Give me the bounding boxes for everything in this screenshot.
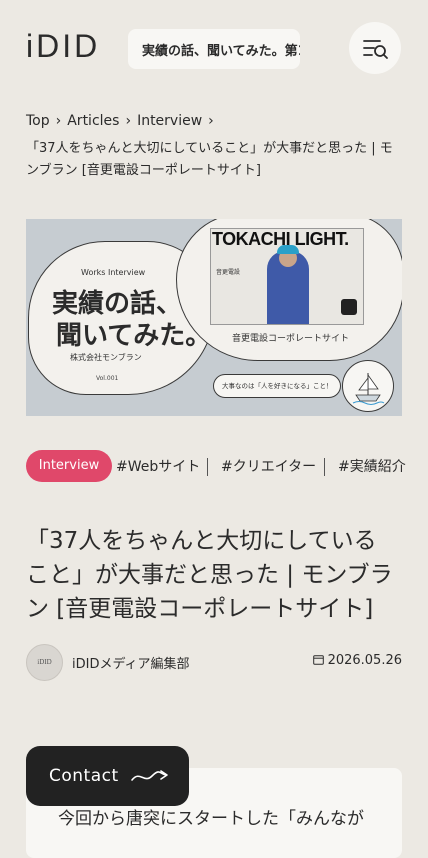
hero-company: 株式会社モンブラン: [70, 353, 142, 362]
site-logo[interactable]: iDID: [26, 28, 100, 65]
tag-divider: [207, 458, 208, 476]
breadcrumb-current: 「37人をちゃんと大切にしていること」が大事だと思った | モンブラン [音更電…: [26, 141, 393, 178]
ship-icon: [352, 373, 385, 405]
breadcrumb-interview[interactable]: Interview: [137, 113, 202, 129]
hashtag-works[interactable]: #実績紹介: [338, 456, 406, 476]
tag-row: Interview #Webサイト #クリエイター #実績紹介: [26, 450, 406, 482]
menu-button[interactable]: [349, 22, 401, 74]
article-intro: 今回から唐突にスタートした「みんなが: [58, 809, 364, 829]
hero-mascot: [342, 360, 394, 412]
ticker-text: 実績の話、聞いてみた。第1弾!: [142, 44, 300, 59]
publish-date: 2026.05.26: [312, 653, 402, 668]
hero-image: Works Interview 実績の話、 聞いてみた。 株式会社モンブラン V…: [26, 219, 402, 416]
breadcrumb-top[interactable]: Top: [26, 113, 50, 129]
article-title: 「37人をちゃんと大切にしていること」が大事だと思った | モンブラン [音更電…: [26, 528, 393, 622]
publish-date-text: 2026.05.26: [327, 653, 402, 668]
hero-works-label: Works Interview: [81, 268, 146, 277]
contact-label: Contact: [49, 766, 119, 786]
site-header: iDID 実績の話、聞いてみた。第1弾!: [0, 0, 428, 100]
tag-divider: [324, 458, 325, 476]
hashtag-web[interactable]: #Webサイト: [116, 456, 200, 476]
chevron-right-icon: ›: [125, 113, 132, 129]
hero-helmet: [277, 245, 299, 254]
menu-search-icon: [363, 40, 388, 59]
chevron-right-icon: ›: [55, 113, 62, 129]
avatar: iDID: [26, 644, 63, 681]
hero-bubble-text: 大事なのは「人を好きになる」こと！: [222, 382, 333, 390]
chevron-right-icon: ›: [208, 113, 214, 129]
arrow-right-icon: [131, 770, 168, 781]
hero-poster-subtitle: 音更電設: [216, 269, 241, 276]
news-ticker[interactable]: 実績の話、聞いてみた。第1弾!: [128, 29, 300, 69]
hero-vol: Vol.001: [96, 375, 119, 382]
hero-speech-bubble: 大事なのは「人を好きになる」こと！: [213, 374, 341, 398]
breadcrumb-articles[interactable]: Articles: [67, 113, 119, 129]
category-pill[interactable]: Interview: [26, 450, 112, 482]
hero-poster: TOKACHI LIGHT. 音更電設: [210, 228, 364, 325]
hero-site-caption: 音更電設コーポレートサイト: [232, 334, 350, 344]
article-meta: iDID iDIDメディア編集部 2026.05.26: [26, 644, 402, 681]
breadcrumb: Top › Articles › Interview › 「37人をちゃんと大切にしている…: [26, 110, 402, 182]
author-name: iDIDメディア編集部: [72, 657, 190, 672]
contact-button[interactable]: Contact: [26, 746, 189, 806]
calendar-icon: [312, 655, 324, 665]
hashtag-creator[interactable]: #クリエイター: [221, 456, 316, 476]
hero-poster-badge: [341, 299, 357, 315]
